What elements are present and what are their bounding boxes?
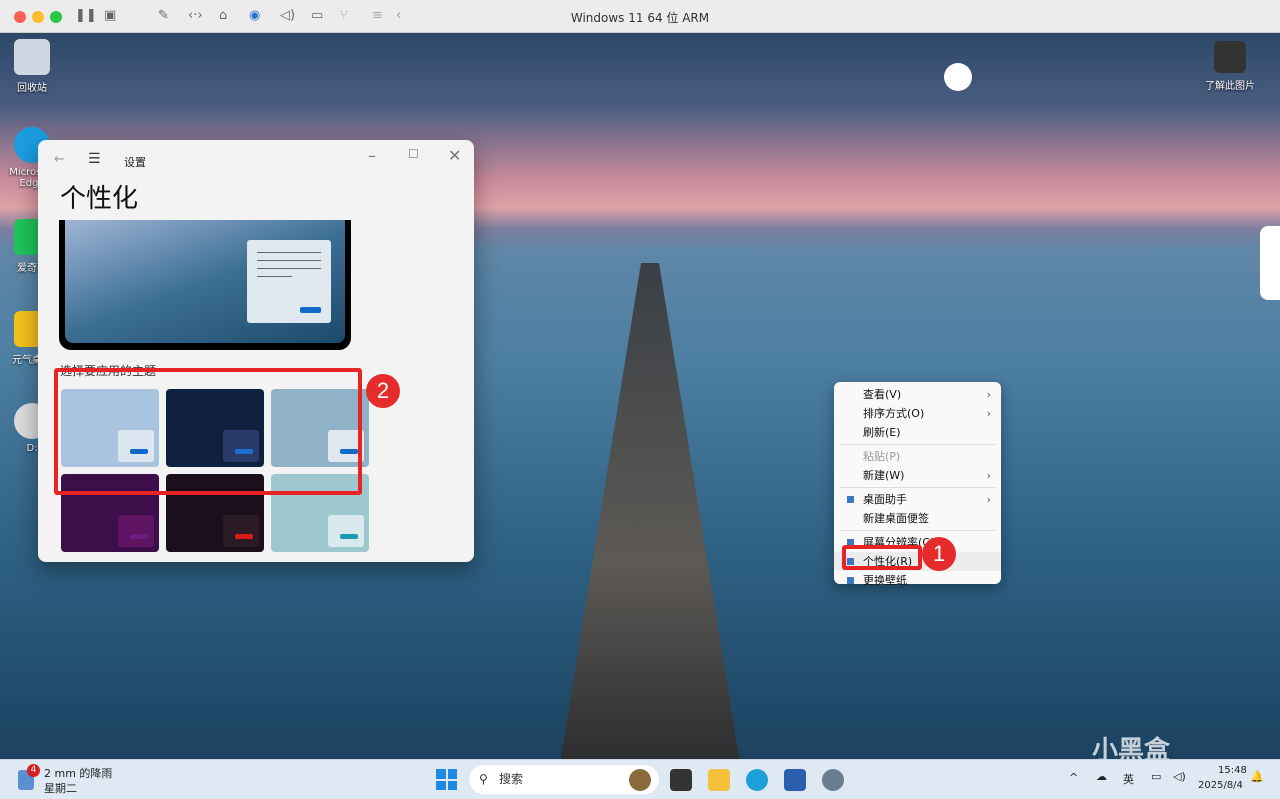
icon-label: 回收站 (17, 83, 47, 94)
maximize-button[interactable]: ☐ (408, 147, 419, 161)
menu-item[interactable]: 排序方式(O) › (834, 404, 1001, 423)
menu-separator (840, 530, 995, 531)
annotation-box-2 (54, 368, 362, 495)
side-info-handle[interactable] (1260, 226, 1280, 300)
window-title: Windows 11 64 位 ARM (570, 11, 710, 25)
annotation-badge-2: 2 (366, 374, 400, 408)
page-title: 个性化 (60, 184, 139, 214)
menu-item[interactable]: 桌面助手 › (834, 490, 1001, 509)
icon-label: 了解此图片 (1205, 81, 1255, 92)
owl-icon (629, 769, 651, 791)
menu-item-label: 桌面助手 (863, 493, 907, 506)
menu-item-label: 新建(W) (863, 469, 905, 482)
store-icon[interactable] (784, 769, 806, 791)
settings-window: ← ☰ 设置 – ☐ ✕ 个性化 选择要应用的主题 (38, 140, 474, 562)
chevron-right-icon: › (986, 407, 991, 420)
menu-item[interactable]: 更换壁纸 (834, 571, 1001, 590)
wallpaper-pier (560, 263, 740, 763)
menu-item[interactable]: 粘贴(P) (834, 447, 1001, 466)
menu-item-label: 粘贴(P) (863, 450, 901, 463)
theme-preview (59, 220, 351, 350)
menu-item-label: 排序方式(O) (863, 407, 925, 420)
chevron-right-icon: › (986, 493, 991, 506)
annotation-box-1 (842, 545, 922, 570)
menu-item-label: 刷新(E) (863, 426, 901, 439)
menu-item[interactable]: 新建桌面便签 (834, 509, 1001, 528)
weather-badge: 4 (27, 764, 40, 777)
menu-item-label: 新建桌面便签 (863, 512, 929, 525)
clock-date[interactable]: 2025/8/4 (1198, 780, 1243, 791)
menu-item-icon (847, 577, 854, 584)
file-explorer-icon[interactable] (708, 769, 730, 791)
chevron-right-icon: › (986, 388, 991, 401)
chevron-right-icon: › (986, 469, 991, 482)
search-placeholder: 搜索 (499, 772, 524, 786)
search-box[interactable]: ⚲ 搜索 (469, 765, 659, 794)
menu-item-label: 更换壁纸 (863, 574, 907, 587)
desktop-icon-recycle-bin[interactable]: 回收站 (2, 39, 62, 94)
menu-icon[interactable]: ☰ (88, 151, 101, 167)
clock-time[interactable]: 15:48 (1218, 765, 1247, 776)
menu-item-icon (847, 496, 854, 503)
icon-label: D: (26, 443, 38, 454)
close-button[interactable]: ✕ (448, 146, 461, 165)
search-icon: ⚲ (479, 772, 488, 786)
theme-chip (328, 515, 364, 547)
weather-text[interactable]: 2 mm 的降雨 (44, 765, 112, 781)
day-text: 星期二 (44, 782, 77, 795)
notification-bell-icon[interactable]: 🔔 (1250, 770, 1264, 783)
theme-chip (118, 515, 154, 547)
network-icon[interactable]: ▭ (1151, 770, 1161, 783)
vm-window-titlebar: ❚❚ ▣ ✎ ‹·› ⌂ ◉ ◁) ▭ ⑂ ≡ ‹ Windows 11 64 … (0, 0, 1280, 33)
ime-indicator[interactable]: 英 (1123, 771, 1134, 787)
menu-item[interactable]: 查看(V) › (834, 385, 1001, 404)
preview-window (247, 240, 331, 323)
theme-chip (223, 515, 259, 547)
volume-icon[interactable]: ◁) (1173, 770, 1186, 783)
minimize-button[interactable]: – (368, 146, 376, 165)
onedrive-icon[interactable]: ☁ (1096, 770, 1107, 783)
menu-separator (840, 444, 995, 445)
app-title: 设置 (124, 156, 146, 169)
back-arrow-icon[interactable]: ← (54, 152, 65, 167)
task-view-icon[interactable] (670, 769, 692, 791)
menu-item-label: 查看(V) (863, 388, 902, 401)
chevron-up-icon[interactable]: ^ (1069, 771, 1078, 784)
menu-item[interactable]: 刷新(E) (834, 423, 1001, 442)
edge-icon[interactable] (746, 769, 768, 791)
menu-separator (840, 487, 995, 488)
annotation-badge-1: 1 (922, 537, 956, 571)
cat-icon[interactable] (944, 63, 972, 91)
taskbar: 4 2 mm 的降雨 星期二 ⚲ 搜索 ^ ☁ 英 ▭ ◁) 15:48 2025… (0, 759, 1280, 799)
learn-about-picture[interactable]: 了解此图片 (1200, 41, 1260, 92)
settings-gear-icon[interactable] (822, 769, 844, 791)
menu-item[interactable]: 新建(W) › (834, 466, 1001, 485)
start-button[interactable] (436, 769, 457, 790)
